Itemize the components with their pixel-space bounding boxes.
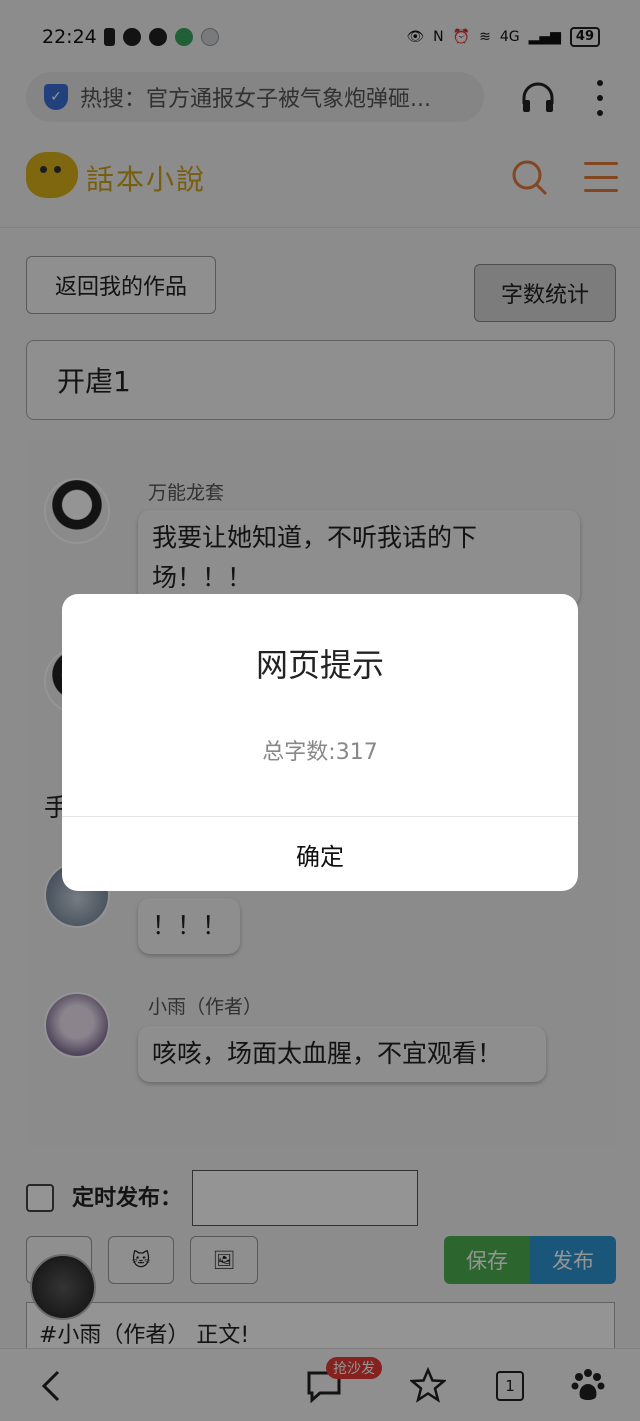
dialog-message: 总字数:317	[262, 740, 378, 765]
alert-dialog: 网页提示 总字数:317 确定	[62, 594, 578, 891]
dialog-title: 网页提示	[255, 646, 384, 684]
dialog-ok-button[interactable]: 确定	[62, 817, 578, 891]
